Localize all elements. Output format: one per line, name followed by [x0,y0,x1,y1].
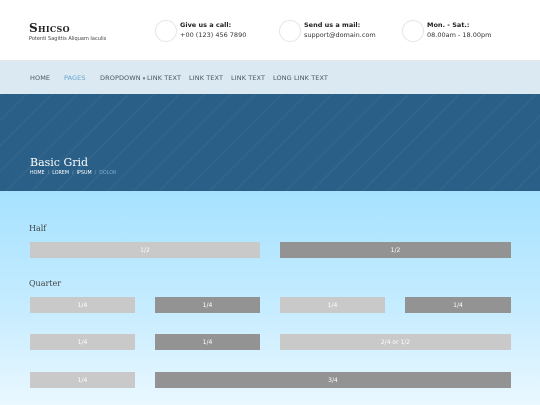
contact-hours-title: Mon. - Sat.: [427,21,470,29]
breadcrumb-home[interactable]: HOME [30,171,45,176]
logo-name: Shicso [29,21,70,35]
nav-item-link-1[interactable]: LINK TEXT [147,74,181,82]
logo-tagline: Potenti Sagittis Aliquam Iaculis [29,36,107,42]
grid-cell-quarter: 1/4 [155,297,260,313]
nav-item-dropdown-label: DROPDOWN [100,74,141,82]
grid-cell-half: 2/4 or 1/2 [280,334,511,350]
nav-item-dropdown[interactable]: DROPDOWN ▾ [100,74,145,82]
contact-hours-value: 08.00am - 18.00pm [427,31,492,39]
grid-cell-three-quarter: 3/4 [155,372,511,388]
grid-cell-half: 1/2 [30,242,260,258]
grid-cell-quarter: 1/4 [30,372,135,388]
page-title: Basic Grid [30,156,89,169]
section-label-half: Half [29,224,47,233]
contact-call-title: Give us a call: [180,21,232,29]
nav-item-link-3[interactable]: LINK TEXT [231,74,265,82]
clock-icon [402,20,424,42]
grid-cell-half: 1/2 [280,242,511,258]
mail-icon [279,20,301,42]
contact-call-value: +00 (123) 456 7890 [180,31,247,39]
nav-item-link-2[interactable]: LINK TEXT [189,74,223,82]
grid-cell-quarter: 1/4 [30,334,135,350]
grid-cell-quarter: 1/4 [280,297,385,313]
phone-icon [155,20,177,42]
nav-item-home[interactable]: HOME [30,74,50,82]
site-header: Shicso Potenti Sagittis Aliquam Iaculis … [0,0,540,61]
breadcrumb: HOME / LOREM / IPSUM / DOLOR [30,171,116,176]
grid-demo: Half 1/2 1/2 Quarter 1/4 1/4 1/4 1/4 1/4… [0,191,540,405]
grid-cell-quarter: 1/4 [405,297,511,313]
contact-mail-value[interactable]: support@domain.com [304,31,376,39]
breadcrumb-separator: / [47,171,50,176]
section-label-quarter: Quarter [29,279,62,288]
chevron-down-icon: ▾ [142,76,146,82]
breadcrumb-separator: / [71,171,74,176]
nav-item-pages[interactable]: PAGES [64,74,86,82]
grid-cell-quarter: 1/4 [30,297,135,313]
main-nav: HOME PAGES DROPDOWN ▾ LINK TEXT LINK TEXT… [0,61,540,94]
site-logo[interactable]: Shicso Potenti Sagittis Aliquam Iaculis [29,21,107,43]
grid-cell-quarter: 1/4 [155,334,260,350]
breadcrumb-current: DOLOR [99,171,117,176]
nav-item-long-link[interactable]: LONG LINK TEXT [273,74,328,82]
breadcrumb-lorem[interactable]: LOREM [52,171,69,176]
breadcrumb-ipsum[interactable]: IPSUM [77,171,92,176]
page-hero: Basic Grid HOME / LOREM / IPSUM / DOLOR [0,94,540,191]
breadcrumb-separator: / [94,171,97,176]
contact-mail-title: Send us a mail: [304,21,361,29]
